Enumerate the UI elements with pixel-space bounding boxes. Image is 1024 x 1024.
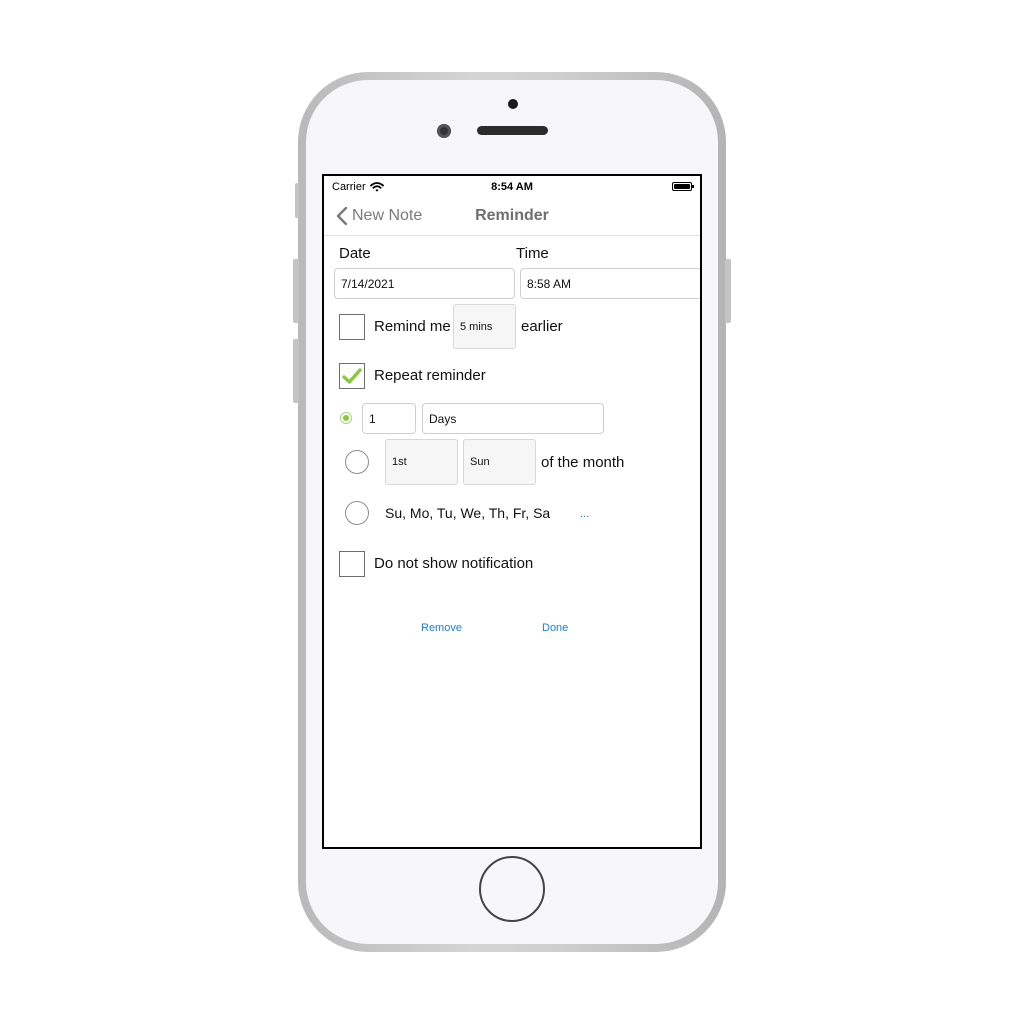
- interval-radio[interactable]: [340, 412, 352, 424]
- interval-unit-field[interactable]: Days: [422, 403, 604, 434]
- done-button[interactable]: Done: [542, 622, 568, 634]
- repeat-reminder-checkbox[interactable]: [339, 363, 365, 389]
- proximity-sensor: [508, 99, 518, 109]
- weekdays-more-button[interactable]: ...: [580, 508, 589, 520]
- remind-me-checkbox[interactable]: [339, 314, 365, 340]
- of-the-month-label: of the month: [541, 454, 625, 471]
- earpiece-speaker: [477, 126, 548, 135]
- app-screen: Carrier 8:54 AM New Note Reminder Date T…: [322, 174, 702, 849]
- remind-me-label: Remind me: [374, 318, 451, 335]
- month-ordinal-picker[interactable]: 1st: [385, 439, 458, 485]
- remind-offset-picker[interactable]: 5 mins: [453, 304, 516, 349]
- date-field[interactable]: 7/14/2021: [334, 268, 515, 299]
- date-label: Date: [339, 245, 371, 262]
- volume-up-button: [293, 259, 299, 323]
- battery-icon: [672, 182, 694, 191]
- status-bar: Carrier 8:54 AM: [324, 176, 700, 198]
- checkmark-icon: [342, 368, 362, 384]
- radio-selected-dot: [343, 415, 349, 421]
- silent-switch: [295, 183, 299, 218]
- home-button[interactable]: [479, 856, 545, 922]
- time-field[interactable]: 8:58 AM: [520, 268, 700, 299]
- month-weekday-picker[interactable]: Sun: [463, 439, 536, 485]
- interval-count-field[interactable]: 1: [362, 403, 416, 434]
- navigation-bar: New Note Reminder: [324, 198, 700, 236]
- no-notification-checkbox[interactable]: [339, 551, 365, 577]
- weekdays-label: Su, Mo, Tu, We, Th, Fr, Sa: [385, 505, 551, 521]
- no-notification-label: Do not show notification: [374, 555, 534, 572]
- remind-me-suffix: earlier: [521, 318, 563, 335]
- time-label: Time: [516, 245, 549, 262]
- weekdays-radio[interactable]: [345, 501, 369, 525]
- front-camera: [437, 124, 451, 138]
- battery-level: [674, 184, 690, 189]
- power-button: [725, 259, 731, 323]
- monthly-radio[interactable]: [345, 450, 369, 474]
- status-time: 8:54 AM: [491, 181, 533, 193]
- remove-button[interactable]: Remove: [421, 622, 462, 634]
- repeat-reminder-label: Repeat reminder: [374, 367, 486, 384]
- volume-down-button: [293, 339, 299, 403]
- page-title: Reminder: [475, 207, 549, 224]
